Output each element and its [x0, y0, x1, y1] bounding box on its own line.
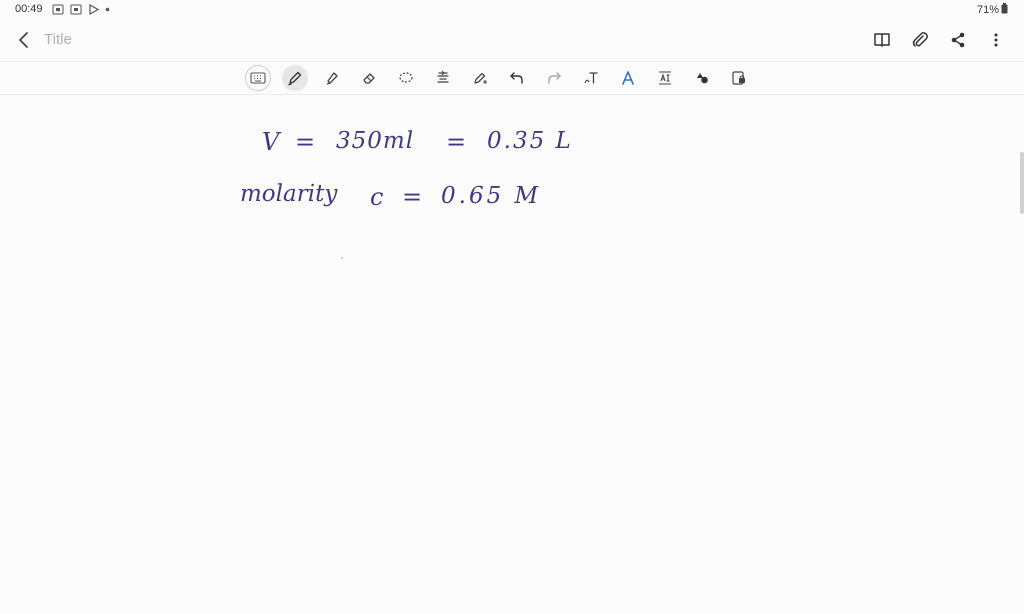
- tool-strip: [245, 65, 752, 91]
- handwritten-molarity-value: 0.65 M: [441, 183, 542, 209]
- lock-tool[interactable]: [726, 65, 752, 91]
- pen-settings-tool[interactable]: [467, 65, 493, 91]
- screenshot-icon: [52, 4, 64, 15]
- text-style-tool[interactable]: [615, 65, 641, 91]
- handwriting-text-icon: [584, 72, 598, 84]
- play-store-icon: [88, 4, 99, 15]
- text-align-icon: [437, 70, 449, 83]
- title-row: Title: [0, 22, 1024, 60]
- keyboard-tool[interactable]: [245, 65, 271, 91]
- dot-icon: [105, 7, 110, 12]
- handwritten-equals: =: [295, 128, 316, 156]
- pen-tool[interactable]: [282, 65, 308, 91]
- insert-text-tool[interactable]: [652, 65, 678, 91]
- stray-ink-dot: [341, 257, 343, 259]
- shapes-tool[interactable]: [689, 65, 715, 91]
- undo-icon: [510, 72, 523, 84]
- top-actions: [870, 28, 1008, 52]
- status-time: 00:49: [15, 3, 43, 15]
- more-options-button[interactable]: [984, 28, 1008, 52]
- drawing-toolbar: [0, 61, 1024, 95]
- handwritten-concentration-symbol: c: [370, 183, 384, 211]
- pen-icon: [288, 71, 302, 86]
- attach-icon: [912, 32, 928, 47]
- keyboard-icon: [250, 72, 266, 84]
- redo-button[interactable]: [541, 65, 567, 91]
- more-vert-icon: [994, 33, 998, 47]
- handwritten-volume-liters: 0.35 L: [487, 128, 573, 154]
- back-button[interactable]: [12, 28, 36, 52]
- book-view-icon: [874, 33, 890, 47]
- handwritten-molarity-label: molarity: [240, 181, 338, 207]
- screenshot-icon: [70, 4, 82, 15]
- battery-icon: [1001, 3, 1008, 17]
- text-align-tool[interactable]: [430, 65, 456, 91]
- eraser-icon: [363, 73, 375, 84]
- scrollbar-thumb[interactable]: [1020, 152, 1024, 214]
- highlighter-icon: [326, 72, 338, 85]
- book-view-button[interactable]: [870, 28, 894, 52]
- lasso-tool[interactable]: [393, 65, 419, 91]
- status-battery: 71%: [977, 3, 1008, 17]
- chevron-left-icon: [19, 32, 28, 48]
- eraser-tool[interactable]: [356, 65, 382, 91]
- pen-settings-icon: [474, 72, 487, 84]
- redo-icon: [548, 72, 561, 84]
- shapes-icon: [697, 73, 708, 84]
- undo-button[interactable]: [504, 65, 530, 91]
- handwritten-volume-symbol: V: [262, 128, 280, 156]
- insert-text-icon: [659, 71, 671, 85]
- note-canvas[interactable]: [0, 96, 1024, 614]
- share-button[interactable]: [946, 28, 970, 52]
- handwritten-equals: =: [402, 183, 423, 211]
- lasso-icon: [399, 72, 413, 83]
- lock-page-icon: [732, 71, 745, 85]
- share-icon: [951, 32, 965, 48]
- status-notification-icons: [52, 3, 110, 16]
- text-style-icon: [622, 71, 634, 85]
- handwritten-volume-ml: 350ml: [336, 128, 415, 154]
- title-input[interactable]: Title: [44, 31, 72, 48]
- text-tool[interactable]: [578, 65, 604, 91]
- status-bar: 00:49 71%: [0, 0, 1024, 20]
- handwritten-equals: =: [446, 128, 467, 156]
- highlighter-tool[interactable]: [319, 65, 345, 91]
- battery-percent: 71%: [976, 4, 999, 16]
- attach-button[interactable]: [908, 28, 932, 52]
